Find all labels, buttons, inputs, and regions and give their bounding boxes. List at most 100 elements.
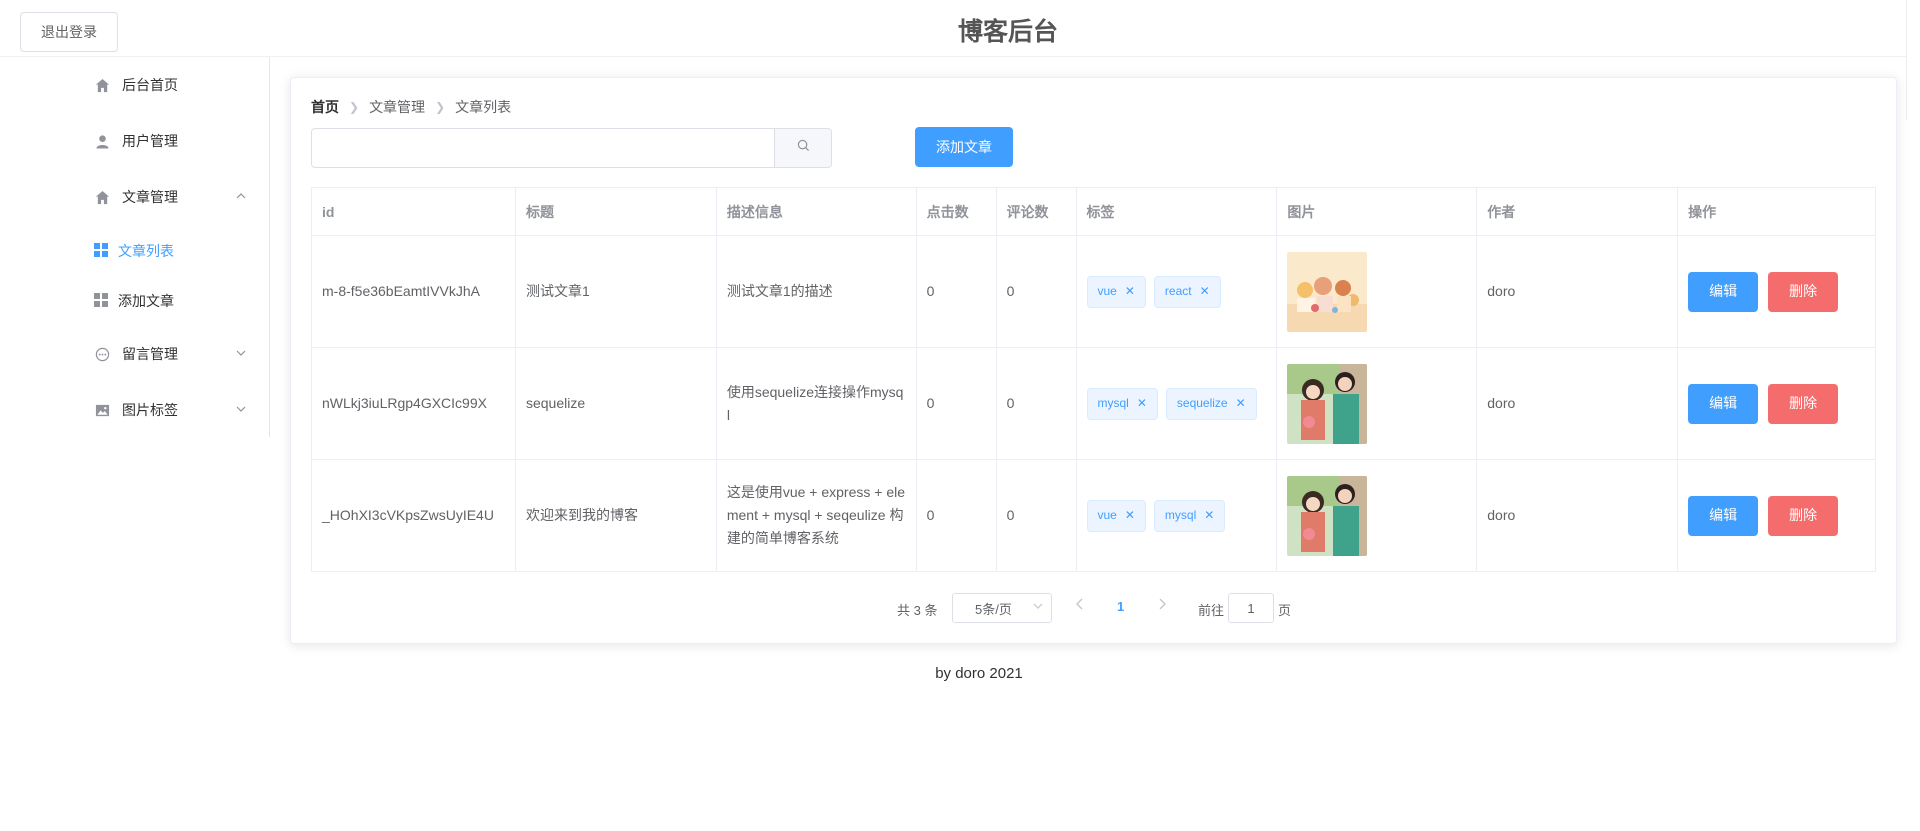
cell-id: nWLkj3iuLRgp4GXCIc99X [311,347,516,460]
breadcrumb-home[interactable]: 首页 [311,97,339,117]
column-header: 评论数 [995,187,1077,236]
tag: sequelize ✕ [1165,387,1257,420]
chevron-up-icon [236,191,246,204]
cell-actions: 编辑 删除 [1677,347,1876,460]
tag: vue ✕ [1086,499,1146,532]
sidebar-item-messages[interactable]: 留言管理 [0,326,269,382]
sidebar-item-label: 留言管理 [122,346,178,362]
sidebar-item-users[interactable]: 用户管理 [0,113,269,169]
cell-comments: 0 [995,235,1077,348]
column-header: 操作 [1677,187,1876,236]
search-bar [311,128,832,168]
article-table: id 标题 描述信息 点击数 评论数 标签 图片 作者 操作 m-8-f5e36… [311,187,1876,572]
pagination-total: 共 3 条 [897,603,938,618]
edit-button[interactable]: 编辑 [1688,383,1759,424]
close-icon[interactable]: ✕ [1204,504,1214,527]
close-icon[interactable]: ✕ [1236,392,1246,415]
cell-comments: 0 [995,347,1077,460]
page-number[interactable]: 1 [1117,599,1124,614]
chevron-down-icon [1033,601,1043,614]
cell-clicks: 0 [915,235,997,348]
delete-button[interactable]: 删除 [1768,271,1839,312]
cell-tags: vue ✕ mysql ✕ [1075,459,1278,572]
tag: react ✕ [1153,275,1221,308]
table-row: m-8-f5e36bEamtIVVkJhA 测试文章1 测试文章1的描述 0 0… [311,235,1876,348]
cell-author: doro [1476,235,1679,348]
app-title: 博客后台 [957,18,1058,46]
grid-icon [94,293,110,309]
cell-image [1276,347,1478,460]
chevron-down-icon [236,348,246,361]
cell-desc: 使用sequelize连接操作mysql [715,347,917,460]
cell-image [1276,235,1478,348]
edit-button[interactable]: 编辑 [1688,495,1759,536]
cell-id: m-8-f5e36bEamtIVVkJhA [311,235,516,348]
cell-clicks: 0 [915,347,997,460]
breadcrumb-article-management: 文章管理 [369,99,426,115]
breadcrumb: 首页 ❯ 文章管理 ❯ 文章列表 [311,97,511,117]
cell-image [1276,459,1478,572]
pagination: 共 3 条 5条/页 1 前往 页 [291,592,1896,624]
picture-icon [94,402,110,418]
home-icon [94,189,110,205]
column-header: 作者 [1476,187,1679,236]
column-header: 标题 [514,187,717,236]
tag-label: react [1164,284,1192,298]
close-icon[interactable]: ✕ [1137,392,1147,415]
close-icon[interactable]: ✕ [1125,504,1135,527]
tag-label: vue [1097,508,1117,522]
delete-button[interactable]: 删除 [1768,495,1839,536]
sidebar-item-articles[interactable]: 文章管理 [0,169,269,225]
add-article-button[interactable]: 添加文章 [915,127,1013,167]
search-button[interactable] [774,129,831,167]
next-page-button[interactable] [1157,598,1167,613]
cell-desc: 这是使用vue + express + element + mysql + se… [715,459,917,572]
user-icon [94,133,110,149]
cell-tags: mysql ✕ sequelize ✕ [1075,347,1278,460]
chevron-down-icon [236,404,246,417]
close-icon[interactable]: ✕ [1200,280,1210,303]
column-header: 描述信息 [715,187,917,236]
cell-title: sequelize [514,347,717,460]
search-input[interactable] [312,129,774,167]
chevron-right-icon: ❯ [435,100,446,114]
sidebar-item-label: 文章管理 [122,189,178,205]
delete-button[interactable]: 删除 [1768,383,1839,424]
column-header: 标签 [1075,187,1278,236]
page-size-select[interactable]: 5条/页 [952,593,1052,623]
cell-id: _HOhXI3cVKpsZwsUyIE4U [311,459,516,572]
cover-image-1 [1287,251,1368,332]
grid-icon [94,243,110,259]
table-header-row: id 标题 描述信息 点击数 评论数 标签 图片 作者 操作 [311,187,1876,236]
cover-image-2 [1287,363,1368,444]
column-header: id [311,187,516,236]
sidebar-item-dashboard[interactable]: 后台首页 [0,57,269,113]
edit-button[interactable]: 编辑 [1688,271,1759,312]
tag-label: vue [1097,284,1117,298]
top-header: 退出登录 博客后台 [0,0,1920,120]
sidebar-item-label: 后台首页 [122,77,178,93]
cell-actions: 编辑 删除 [1677,459,1876,572]
goto-page-input[interactable] [1228,593,1274,623]
search-icon [797,139,810,157]
cover-image-2 [1287,475,1368,556]
sidebar-item-label: 图片标签 [122,402,178,418]
table-row: nWLkj3iuLRgp4GXCIc99X sequelize 使用sequel… [311,347,1876,460]
close-icon[interactable]: ✕ [1125,280,1135,303]
tag-label: sequelize [1176,396,1228,410]
goto-label: 前往 [1198,603,1225,618]
cell-tags: vue ✕ react ✕ [1075,235,1278,348]
page-size-value: 5条/页 [975,601,1012,617]
sidebar-item-label: 用户管理 [122,133,178,149]
sidebar-item-picture-tags[interactable]: 图片标签 [0,382,269,438]
scrollbar[interactable] [1906,0,1920,120]
prev-page-button[interactable] [1075,598,1085,613]
cell-clicks: 0 [915,459,997,572]
home-icon [94,77,110,93]
chat-icon [94,346,110,362]
sidebar-subitem-article-list[interactable]: 文章列表 [0,226,269,276]
sidebar-subitem-add-article[interactable]: 添加文章 [0,276,269,326]
column-header: 图片 [1276,187,1478,236]
cell-title: 测试文章1 [514,235,717,348]
tag: vue ✕ [1086,275,1146,308]
